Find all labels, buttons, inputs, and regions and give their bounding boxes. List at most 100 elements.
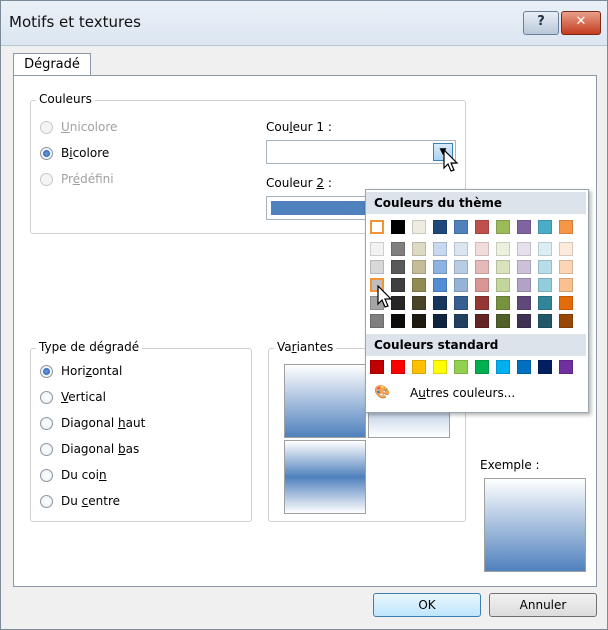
theme-color-swatch[interactable] bbox=[517, 220, 531, 234]
variant-3[interactable] bbox=[284, 440, 366, 514]
gradient-type-radio-label: Diagonal bas bbox=[61, 442, 140, 456]
theme-shade-swatch[interactable] bbox=[496, 278, 510, 292]
theme-shade-swatch[interactable] bbox=[391, 242, 405, 256]
theme-shade-swatch[interactable] bbox=[559, 314, 573, 328]
standard-color-swatch[interactable] bbox=[496, 360, 510, 374]
radio-button-icon[interactable] bbox=[40, 416, 53, 430]
standard-color-swatch[interactable] bbox=[370, 360, 384, 374]
color1-dropdown[interactable]: ▼ bbox=[266, 140, 456, 164]
theme-shade-swatch[interactable] bbox=[559, 278, 573, 292]
theme-color-swatch[interactable] bbox=[433, 220, 447, 234]
theme-color-swatch[interactable] bbox=[391, 220, 405, 234]
color-mode-radio-1[interactable]: Bicolore bbox=[40, 144, 109, 162]
theme-shade-swatch[interactable] bbox=[412, 242, 426, 256]
theme-color-swatch[interactable] bbox=[475, 220, 489, 234]
theme-shade-swatch[interactable] bbox=[517, 260, 531, 274]
theme-shade-swatch[interactable] bbox=[433, 260, 447, 274]
mouse-cursor-icon bbox=[377, 285, 393, 308]
theme-shade-swatch[interactable] bbox=[559, 296, 573, 310]
theme-color-swatch[interactable] bbox=[454, 220, 468, 234]
theme-shade-swatch[interactable] bbox=[454, 242, 468, 256]
tab-gradient[interactable]: Dégradé bbox=[13, 53, 91, 76]
cancel-button[interactable]: Annuler bbox=[489, 593, 597, 617]
theme-shade-swatch[interactable] bbox=[412, 314, 426, 328]
theme-shade-swatch[interactable] bbox=[517, 296, 531, 310]
radio-button-icon[interactable] bbox=[40, 120, 53, 134]
theme-shade-swatch[interactable] bbox=[412, 296, 426, 310]
color-mode-radio-2[interactable]: Prédéfini bbox=[40, 170, 114, 188]
theme-shade-swatch[interactable] bbox=[517, 242, 531, 256]
radio-button-icon[interactable] bbox=[40, 390, 53, 404]
theme-shade-swatch[interactable] bbox=[454, 314, 468, 328]
standard-color-swatch[interactable] bbox=[433, 360, 447, 374]
radio-button-icon[interactable] bbox=[40, 172, 53, 186]
close-button[interactable]: ✕ bbox=[561, 11, 601, 35]
theme-shade-swatch[interactable] bbox=[559, 260, 573, 274]
gradient-type-radio-4[interactable]: Du coin bbox=[40, 466, 107, 484]
help-button[interactable]: ? bbox=[523, 11, 559, 35]
theme-shade-swatch[interactable] bbox=[433, 242, 447, 256]
theme-shade-swatch[interactable] bbox=[496, 296, 510, 310]
gradient-type-radio-0[interactable]: Horizontal bbox=[40, 362, 122, 380]
theme-shade-swatch[interactable] bbox=[433, 278, 447, 292]
theme-color-swatch[interactable] bbox=[559, 220, 573, 234]
theme-shade-swatch[interactable] bbox=[538, 260, 552, 274]
color-mode-radio-0[interactable]: Unicolore bbox=[40, 118, 117, 136]
theme-shade-swatch[interactable] bbox=[370, 242, 384, 256]
radio-button-icon[interactable] bbox=[40, 146, 53, 160]
mouse-cursor-icon bbox=[443, 149, 459, 172]
theme-shade-swatch[interactable] bbox=[475, 314, 489, 328]
title-bar: Motifs et textures ? ✕ bbox=[1, 1, 607, 46]
theme-shade-swatch[interactable] bbox=[475, 278, 489, 292]
theme-shade-swatch[interactable] bbox=[538, 278, 552, 292]
standard-color-swatch[interactable] bbox=[454, 360, 468, 374]
theme-shade-swatch[interactable] bbox=[370, 314, 384, 328]
example-label: Exemple : bbox=[480, 458, 540, 472]
theme-shade-swatch[interactable] bbox=[538, 242, 552, 256]
theme-color-swatch[interactable] bbox=[412, 220, 426, 234]
theme-shade-swatch[interactable] bbox=[412, 260, 426, 274]
theme-shade-swatch[interactable] bbox=[412, 278, 426, 292]
theme-shade-swatch[interactable] bbox=[391, 260, 405, 274]
ok-button[interactable]: OK bbox=[373, 593, 481, 617]
theme-color-swatch[interactable] bbox=[496, 220, 510, 234]
gradient-type-radio-5[interactable]: Du centre bbox=[40, 492, 120, 510]
theme-shade-swatch[interactable] bbox=[559, 242, 573, 256]
radio-button-icon[interactable] bbox=[40, 364, 53, 378]
theme-shade-swatch[interactable] bbox=[433, 314, 447, 328]
theme-shade-swatch[interactable] bbox=[454, 260, 468, 274]
theme-shade-swatch[interactable] bbox=[517, 314, 531, 328]
standard-color-swatch[interactable] bbox=[538, 360, 552, 374]
theme-shade-swatch[interactable] bbox=[538, 314, 552, 328]
gradient-type-radio-3[interactable]: Diagonal bas bbox=[40, 440, 139, 458]
theme-shade-swatch[interactable] bbox=[517, 278, 531, 292]
theme-shade-swatch[interactable] bbox=[475, 296, 489, 310]
theme-shade-swatch[interactable] bbox=[370, 260, 384, 274]
standard-color-swatch[interactable] bbox=[412, 360, 426, 374]
theme-shade-swatch[interactable] bbox=[475, 242, 489, 256]
standard-color-swatch[interactable] bbox=[517, 360, 531, 374]
theme-color-swatch[interactable] bbox=[370, 220, 384, 234]
theme-shade-swatch[interactable] bbox=[496, 314, 510, 328]
theme-shade-swatch[interactable] bbox=[538, 296, 552, 310]
theme-shade-swatch[interactable] bbox=[454, 296, 468, 310]
standard-color-swatch[interactable] bbox=[391, 360, 405, 374]
theme-color-swatch[interactable] bbox=[538, 220, 552, 234]
radio-button-icon[interactable] bbox=[40, 442, 53, 456]
radio-button-icon[interactable] bbox=[40, 468, 53, 482]
standard-color-swatch[interactable] bbox=[475, 360, 489, 374]
variant-1[interactable] bbox=[284, 364, 366, 438]
theme-shade-swatch[interactable] bbox=[433, 296, 447, 310]
theme-shade-swatch[interactable] bbox=[391, 314, 405, 328]
gradient-type-radio-label: Du coin bbox=[61, 468, 107, 482]
theme-shade-swatch[interactable] bbox=[496, 260, 510, 274]
theme-shade-swatch[interactable] bbox=[475, 260, 489, 274]
standard-color-swatch[interactable] bbox=[559, 360, 573, 374]
radio-button-icon[interactable] bbox=[40, 494, 53, 508]
color-picker-popup: Couleurs du thème Couleurs standard 🎨 Au… bbox=[365, 189, 589, 413]
theme-shade-swatch[interactable] bbox=[496, 242, 510, 256]
more-colors-item[interactable]: 🎨 Autres couleurs... bbox=[370, 382, 582, 404]
gradient-type-radio-1[interactable]: Vertical bbox=[40, 388, 106, 406]
gradient-type-radio-2[interactable]: Diagonal haut bbox=[40, 414, 145, 432]
theme-shade-swatch[interactable] bbox=[454, 278, 468, 292]
